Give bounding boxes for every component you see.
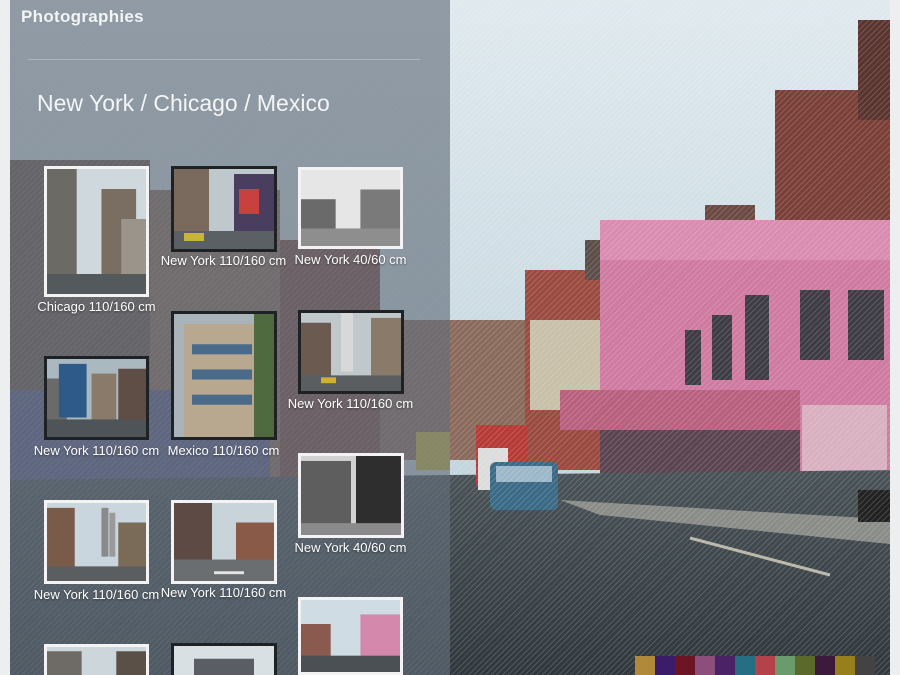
color-swatch[interactable] — [815, 656, 835, 675]
header-divider — [28, 59, 420, 60]
left-edge — [0, 0, 10, 675]
color-swatch[interactable] — [855, 656, 875, 675]
right-edge — [890, 0, 900, 675]
photo-thumbnail[interactable] — [44, 500, 149, 584]
color-swatch[interactable] — [835, 656, 855, 675]
thumbnail-caption: New York 110/160 cm — [33, 587, 160, 602]
thumbnail-caption: New York 110/160 cm — [160, 585, 287, 600]
photo-thumbnail[interactable] — [44, 166, 149, 297]
photo-thumbnail[interactable] — [171, 500, 277, 584]
photo-thumbnail[interactable] — [298, 167, 403, 249]
photo-thumbnail[interactable] — [171, 311, 277, 440]
color-swatch[interactable] — [695, 656, 715, 675]
color-swatch[interactable] — [715, 656, 735, 675]
color-swatch[interactable] — [635, 656, 655, 675]
thumbnail-caption: New York 40/60 cm — [294, 540, 407, 555]
thumbnail-caption: New York 110/160 cm — [33, 443, 160, 458]
thumbnail-caption: Mexico 110/160 cm — [167, 443, 280, 458]
gallery-panel: Photographies New York / Chicago / Mexic… — [10, 0, 450, 675]
photo-thumbnail[interactable] — [298, 310, 404, 394]
color-palette — [635, 656, 875, 675]
thumbnail-caption: Chicago 110/160 cm — [37, 299, 156, 314]
thumbnail-caption: New York 110/160 cm — [160, 253, 287, 268]
thumbnail-caption: New York 110/160 cm — [287, 396, 414, 411]
photo-thumbnail[interactable] — [44, 356, 149, 440]
color-swatch[interactable] — [775, 656, 795, 675]
thumbnail-caption: New York 40/60 cm — [294, 252, 407, 267]
color-swatch[interactable] — [655, 656, 675, 675]
photo-thumbnail[interactable] — [298, 597, 403, 675]
color-swatch[interactable] — [795, 656, 815, 675]
site-title[interactable]: Photographies — [21, 7, 144, 27]
color-swatch[interactable] — [675, 656, 695, 675]
color-swatch[interactable] — [755, 656, 775, 675]
photo-thumbnail[interactable] — [171, 166, 277, 252]
photo-thumbnail[interactable] — [44, 644, 149, 675]
gallery-title: New York / Chicago / Mexico — [37, 90, 330, 116]
color-swatch[interactable] — [735, 656, 755, 675]
photo-thumbnail[interactable] — [171, 643, 277, 675]
photo-thumbnail[interactable] — [298, 453, 404, 538]
